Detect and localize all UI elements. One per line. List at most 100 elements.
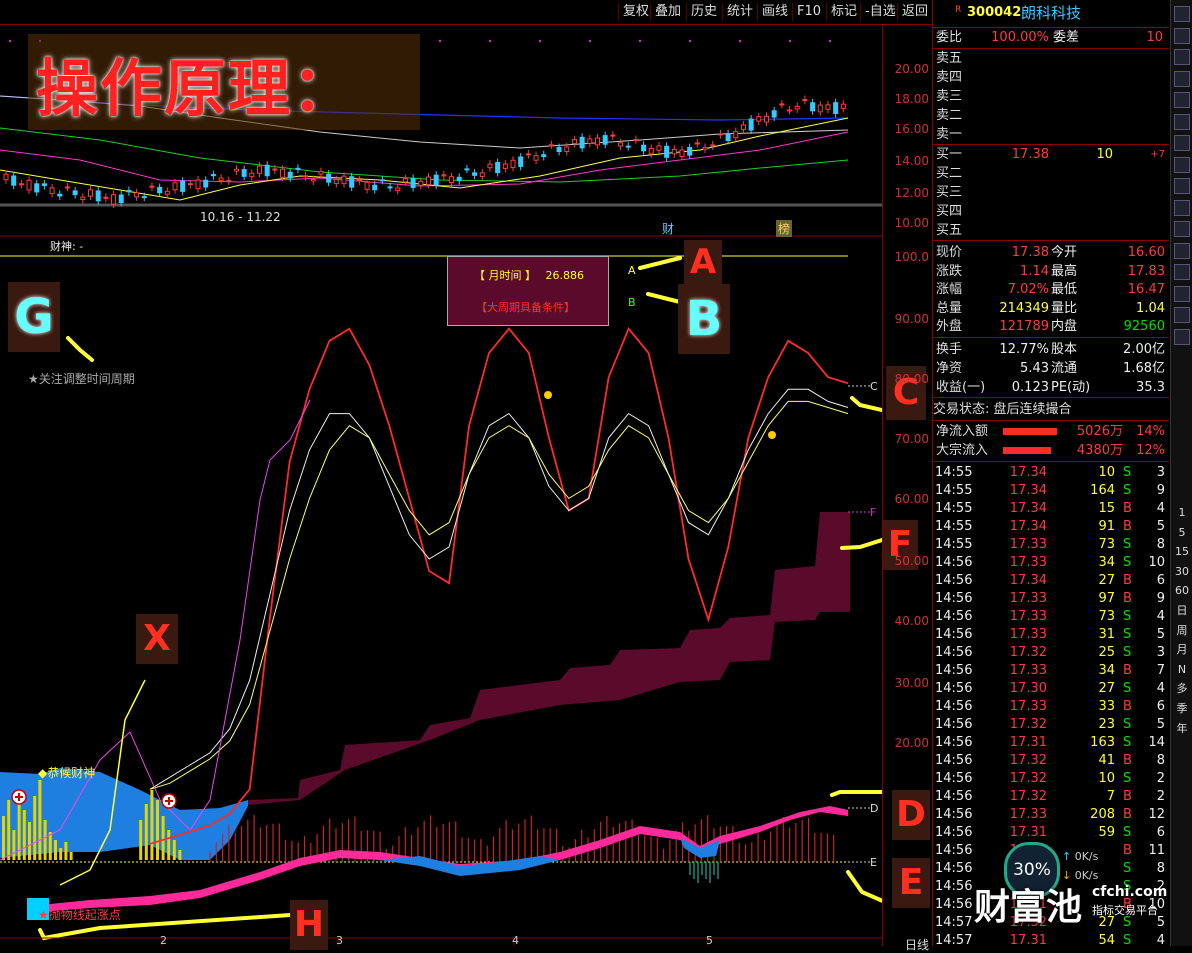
period-button[interactable]: 1 [1172, 504, 1192, 522]
info-time-value: 26.886 [545, 269, 585, 282]
tick-count: 7 [1156, 663, 1165, 678]
candle-body [579, 136, 585, 149]
stat-label: 最低 [1051, 282, 1078, 297]
toolbar-f10[interactable]: F10 [792, 3, 825, 21]
tick-volume: 91 [1098, 519, 1115, 534]
pencil-icon[interactable] [1174, 307, 1190, 323]
candle-body [310, 178, 316, 182]
chart-icon[interactable] [1174, 70, 1190, 87]
candle-body [341, 175, 347, 185]
candle-body [441, 174, 447, 177]
stat-row: 总量 214349 量比 1.04 [933, 300, 1169, 318]
candle-body [641, 144, 647, 152]
candle-body [556, 146, 562, 153]
buy-level-label: 买二 [936, 166, 963, 181]
line-label-a: A [628, 264, 636, 277]
toolbar-watchlist[interactable]: -自选 [860, 3, 900, 21]
sell-row: 卖一 [933, 126, 1169, 144]
tick-time: 14:56 [935, 717, 973, 732]
candle-body [141, 196, 147, 199]
period-button[interactable]: 多 [1172, 680, 1192, 698]
toolbar-fuquan[interactable]: 复权 [618, 3, 653, 21]
candle-body [618, 142, 624, 147]
toolbar-history[interactable]: 历史 [686, 3, 721, 21]
volume-bar [64, 842, 68, 860]
brand-logo: 财富池 [974, 887, 1083, 928]
band-f-cloud [248, 512, 850, 805]
candle-body [571, 139, 577, 145]
money-icon[interactable] [1174, 178, 1190, 194]
tick-row: 14:56 17.32 23 S 5 [933, 716, 1169, 734]
eye-icon[interactable] [1174, 221, 1190, 237]
window-icon[interactable] [1174, 6, 1190, 22]
toolbar-overlay[interactable]: 叠加 [650, 3, 685, 21]
toolbar-mark[interactable]: 标记 [826, 3, 861, 21]
dollar-icon[interactable] [1174, 264, 1190, 280]
tick-volume: 97 [1098, 591, 1115, 606]
callout-b: B [678, 284, 730, 354]
period-button[interactable]: 5 [1172, 524, 1192, 542]
doc-icon[interactable] [1174, 92, 1190, 108]
candle-body [402, 178, 408, 183]
stat-label: 外盘 [936, 319, 963, 334]
period-button[interactable]: 30 [1172, 563, 1192, 581]
rsi-icon[interactable] [1174, 242, 1190, 259]
candle-body [510, 159, 516, 169]
stat-label: 现价 [936, 245, 963, 260]
period-button[interactable]: 月 [1172, 641, 1192, 659]
list-icon[interactable] [1174, 49, 1190, 65]
tick-price: 17.33 [1009, 663, 1047, 678]
period-button[interactable]: 周 [1172, 622, 1192, 640]
period-button[interactable]: 季 [1172, 700, 1192, 718]
info-time-label: 【 月时间 】 [474, 269, 536, 282]
toolbar-draw[interactable]: 画线 [757, 3, 792, 21]
buy-row: 买五 [933, 222, 1169, 240]
finance-marker[interactable]: 财 [662, 220, 674, 237]
candle-body [3, 173, 9, 181]
tick-side: S [1123, 537, 1132, 552]
buy-row: 买二 [933, 165, 1169, 183]
user-icon[interactable] [1174, 27, 1190, 44]
tick-time: 14:56 [935, 645, 973, 660]
candle-body [602, 135, 608, 145]
sell-level-label: 卖一 [936, 127, 963, 142]
period-button[interactable]: 60 [1172, 582, 1192, 600]
tick-side: B [1123, 753, 1132, 768]
candle-body [287, 171, 293, 179]
ind-tick: 30.00 [894, 676, 929, 690]
toolbar-stats[interactable]: 统计 [722, 3, 757, 21]
tick-price: 17.34 [1009, 501, 1047, 516]
period-button[interactable]: N [1172, 661, 1192, 679]
layout-icon[interactable] [1174, 199, 1190, 216]
tick-volume: 34 [1098, 555, 1115, 570]
toolbar-back[interactable]: 返回 [897, 3, 932, 21]
price-tick: 20.00 [894, 62, 929, 76]
tick-volume: 34 [1098, 663, 1115, 678]
stat-value: 16.60 [1127, 245, 1165, 260]
stat-value: 17.83 [1127, 263, 1165, 279]
f10-icon[interactable] [1174, 113, 1190, 130]
grid-icon[interactable] [1174, 135, 1190, 151]
tick-price: 17.34 [1009, 519, 1047, 534]
candle-body [525, 153, 531, 156]
table-icon[interactable] [1174, 328, 1190, 345]
period-button[interactable]: 年 [1172, 720, 1192, 738]
candle-body [671, 148, 677, 155]
period-button[interactable]: 15 [1172, 543, 1192, 561]
candle-body [187, 183, 193, 186]
rank-marker[interactable]: 榜 [776, 220, 793, 237]
candle-body [595, 137, 600, 146]
tick-volume: 164 [1090, 483, 1115, 498]
chart2-icon[interactable] [1174, 156, 1190, 173]
candle-body [648, 147, 654, 155]
flow-pct: 14% [1136, 424, 1165, 439]
tick-side: S [1123, 483, 1132, 498]
tick-count: 6 [1156, 573, 1165, 588]
price-tick: 16.00 [894, 122, 929, 136]
flow-label: 大宗流入 [936, 443, 989, 458]
move-icon[interactable] [1174, 285, 1190, 302]
period-button[interactable]: 日 [1172, 602, 1192, 620]
chart-area[interactable]: 操作原理： 10.16 - 11.22 财 榜 财神: - 【 月时间 】 26… [0, 24, 930, 950]
tick-volume: 10 [1098, 465, 1115, 480]
tick-count: 10 [1148, 555, 1165, 570]
